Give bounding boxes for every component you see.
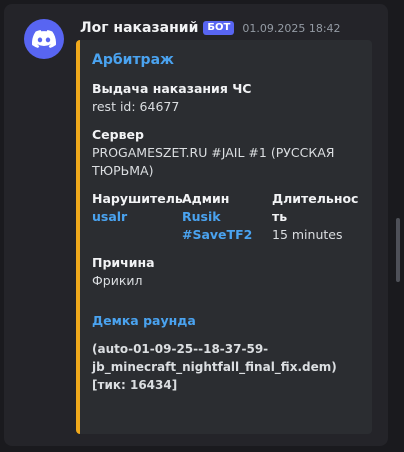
bot-badge: БОТ [203,21,235,35]
message-header: Лог наказаний БОТ 01.09.2025 18:42 [80,18,341,38]
server-label: Сервер [92,127,144,142]
demo-file-line-1: (auto-01-09-25--18-37-59- [92,342,269,356]
server-value: PROGAMESZET.RU #JAIL #1 (РУССКАЯ ТЮРЬМА) [92,145,335,178]
demo-file-info: (auto-01-09-25--18-37-59- jb_minecraft_n… [92,340,362,394]
action-title: Выдача наказания ЧС [92,81,252,96]
embed-card: Арбитраж Выдача наказания ЧС rest id: 64… [76,40,372,434]
offender-label: Нарушитель [92,191,183,206]
rest-id: rest id: 64677 [92,99,180,114]
duration-value: 15 minutes [272,227,343,242]
admin-label: Админ [182,191,230,206]
demo-link[interactable]: Демка раунда [92,312,362,330]
reason-value: Фрикил [92,273,143,288]
demo-file-line-2: jb_minecraft_nightfall_final_fix.dem) [92,360,337,374]
scrollbar[interactable] [396,218,400,282]
message-timestamp: 01.09.2025 18:42 [242,21,341,35]
discord-logo-icon[interactable] [24,19,64,59]
duration-label: Длительность [272,191,359,224]
reason-label: Причина [92,255,155,270]
offender-link[interactable]: usalr [92,208,182,226]
demo-tick: [тик: 16434] [92,378,178,392]
embed-title: Арбитраж [92,52,174,68]
admin-tag-link[interactable]: #SaveTF2 [182,226,272,244]
admin-link[interactable]: Rusik [182,208,272,226]
author-name[interactable]: Лог наказаний [80,20,198,36]
